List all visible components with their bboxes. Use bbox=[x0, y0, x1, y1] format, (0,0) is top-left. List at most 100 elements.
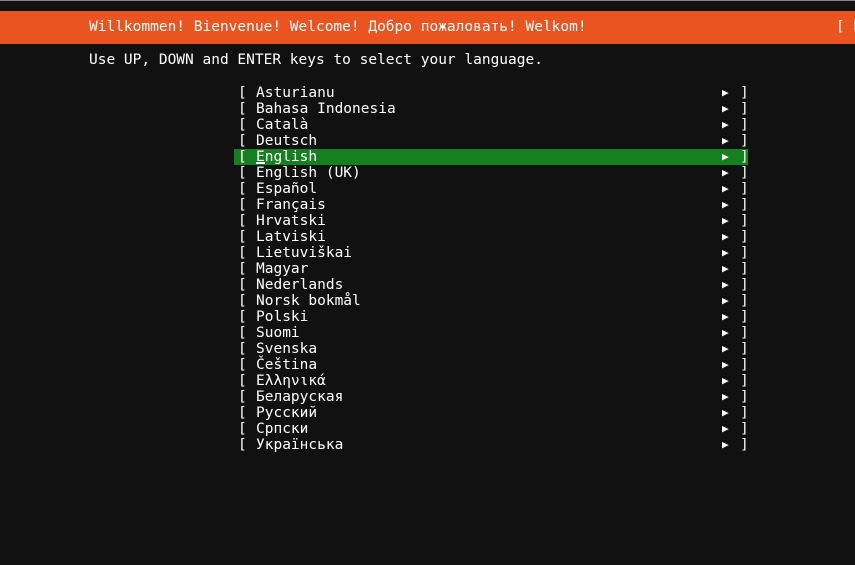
language-list-item[interactable]: [Беларуская ▶] bbox=[234, 389, 749, 405]
bracket-open: [ bbox=[238, 101, 247, 117]
bracket-close: ] bbox=[740, 117, 749, 133]
bracket-open: [ bbox=[238, 245, 247, 261]
language-list-item[interactable]: [Deutsch ▶] bbox=[234, 133, 749, 149]
language-list-item[interactable]: [Latviski ▶] bbox=[234, 229, 749, 245]
bracket-close: ] bbox=[740, 357, 749, 373]
arrow-right-icon: ▶ bbox=[722, 214, 729, 227]
bracket-open: [ bbox=[238, 149, 247, 165]
language-list-item[interactable]: [ Lietuviškai ▶] bbox=[234, 245, 749, 261]
bracket-open: [ bbox=[238, 117, 247, 133]
language-label: Русский bbox=[256, 405, 318, 421]
bracket-open: [ bbox=[238, 181, 247, 197]
banner-title: Willkommen! Bienvenue! Welcome! Добро по… bbox=[89, 19, 587, 35]
bracket-close: ] bbox=[740, 213, 749, 229]
arrow-right-icon: ▶ bbox=[722, 118, 729, 131]
bracket-close: ] bbox=[740, 149, 749, 165]
bracket-close: ] bbox=[740, 341, 749, 357]
bracket-open: [ bbox=[238, 293, 247, 309]
bracket-close: ] bbox=[740, 245, 749, 261]
language-label: English bbox=[256, 149, 318, 165]
arrow-right-icon: ▶ bbox=[722, 406, 729, 419]
bracket-close: ] bbox=[740, 437, 749, 453]
bracket-open: [ bbox=[238, 213, 247, 229]
language-list-item[interactable]: [ English (UK) ▶] bbox=[234, 165, 749, 181]
arrow-right-icon: ▶ bbox=[722, 422, 729, 435]
instructions-text: Use UP, DOWN and ENTER keys to select yo… bbox=[89, 52, 543, 68]
welcome-banner: Willkommen! Bienvenue! Welcome! Добро по… bbox=[0, 11, 855, 44]
arrow-right-icon: ▶ bbox=[722, 310, 729, 323]
arrow-right-icon: ▶ bbox=[722, 198, 729, 211]
bracket-close: ] bbox=[740, 197, 749, 213]
language-label: Беларуская bbox=[256, 389, 344, 405]
bracket-open: [ bbox=[238, 165, 247, 181]
text-cursor bbox=[256, 162, 265, 164]
language-list-item[interactable]: [Čeština ▶] bbox=[234, 357, 749, 373]
language-list-item[interactable]: [ Svenska ▶] bbox=[234, 341, 749, 357]
language-list-item[interactable]: [ Español ▶] bbox=[234, 181, 749, 197]
language-list-item[interactable]: [Nederlands ▶] bbox=[234, 277, 749, 293]
arrow-right-icon: ▶ bbox=[722, 326, 729, 339]
arrow-right-icon: ▶ bbox=[722, 342, 729, 355]
language-list-item[interactable]: [ Ελληνικά ▶] bbox=[234, 373, 749, 389]
arrow-right-icon: ▶ bbox=[722, 166, 729, 179]
bracket-close: ] bbox=[740, 101, 749, 117]
language-list-item[interactable]: [Polski ▶] bbox=[234, 309, 749, 325]
arrow-right-icon: ▶ bbox=[722, 102, 729, 115]
language-label: Ελληνικά bbox=[256, 373, 326, 389]
language-list-item[interactable]: [Asturianu ▶] bbox=[234, 85, 749, 101]
language-label: Français bbox=[256, 197, 326, 213]
bracket-close: ] bbox=[740, 373, 749, 389]
top-edge-divider bbox=[0, 0, 855, 1]
arrow-right-icon: ▶ bbox=[722, 278, 729, 291]
language-label: Lietuviškai bbox=[256, 245, 353, 261]
bracket-close: ] bbox=[740, 229, 749, 245]
language-list-item[interactable]: [Català ▶] bbox=[234, 117, 749, 133]
arrow-right-icon: ▶ bbox=[722, 390, 729, 403]
bracket-close: ] bbox=[740, 165, 749, 181]
bracket-close: ] bbox=[740, 133, 749, 149]
language-list-item[interactable]: [ Français ▶] bbox=[234, 197, 749, 213]
language-label: Српски bbox=[256, 421, 309, 437]
language-list-item[interactable]: [Српски ▶] bbox=[234, 421, 749, 437]
language-label: English (UK) bbox=[256, 165, 361, 181]
bracket-open: [ bbox=[238, 437, 247, 453]
help-button[interactable]: [ H bbox=[836, 11, 855, 44]
bracket-open: [ bbox=[238, 389, 247, 405]
bracket-open: [ bbox=[238, 197, 247, 213]
arrow-right-icon: ▶ bbox=[722, 86, 729, 99]
bracket-open: [ bbox=[238, 261, 247, 277]
bracket-close: ] bbox=[740, 181, 749, 197]
language-list-item[interactable]: [Русский ▶] bbox=[234, 405, 749, 421]
bracket-open: [ bbox=[238, 133, 247, 149]
arrow-right-icon: ▶ bbox=[722, 374, 729, 387]
language-list-item[interactable]: [ Hrvatski ▶] bbox=[234, 213, 749, 229]
language-list-item[interactable]: [English ▶] bbox=[234, 149, 749, 165]
bracket-close: ] bbox=[740, 85, 749, 101]
language-list-item[interactable]: [ Українська ▶] bbox=[234, 437, 749, 453]
bracket-open: [ bbox=[238, 341, 247, 357]
language-list[interactable]: [Asturianu ▶] [Bahasa Indonesia ▶] [Català ▶]… bbox=[234, 85, 749, 453]
language-label: Polski bbox=[256, 309, 309, 325]
language-list-item[interactable]: [Norsk bokmål ▶] bbox=[234, 293, 749, 309]
installer-screen: Willkommen! Bienvenue! Welcome! Добро по… bbox=[0, 0, 855, 565]
arrow-right-icon: ▶ bbox=[722, 134, 729, 147]
language-list-item[interactable]: [Magyar ▶] bbox=[234, 261, 749, 277]
language-label: Українська bbox=[256, 437, 344, 453]
arrow-right-icon: ▶ bbox=[722, 438, 729, 451]
language-list-item[interactable]: [Suomi ▶] bbox=[234, 325, 749, 341]
language-label: Magyar bbox=[256, 261, 309, 277]
language-label: Hrvatski bbox=[256, 213, 326, 229]
bracket-open: [ bbox=[238, 421, 247, 437]
language-label: Latviski bbox=[256, 229, 326, 245]
arrow-right-icon: ▶ bbox=[722, 182, 729, 195]
bracket-open: [ bbox=[238, 373, 247, 389]
language-list-item[interactable]: [Bahasa Indonesia ▶] bbox=[234, 101, 749, 117]
arrow-right-icon: ▶ bbox=[722, 230, 729, 243]
language-label: Svenska bbox=[256, 341, 318, 357]
language-label: Asturianu bbox=[256, 85, 335, 101]
language-label: Español bbox=[256, 181, 318, 197]
arrow-right-icon: ▶ bbox=[722, 262, 729, 275]
language-label: Norsk bokmål bbox=[256, 293, 361, 309]
arrow-right-icon: ▶ bbox=[722, 294, 729, 307]
arrow-right-icon: ▶ bbox=[722, 246, 729, 259]
